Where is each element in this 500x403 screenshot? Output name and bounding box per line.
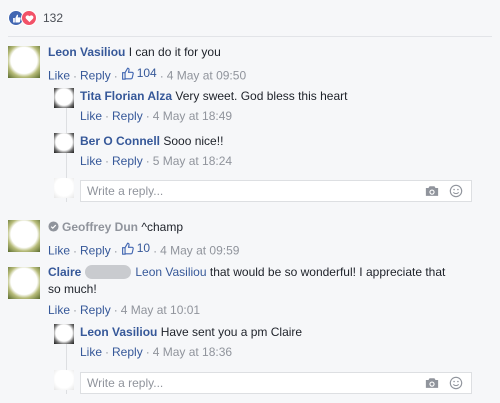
avatar[interactable] bbox=[8, 220, 40, 252]
reply-actions: Like · Reply · 4 May at 18:49 bbox=[80, 109, 233, 123]
reply-link[interactable]: Reply bbox=[112, 154, 143, 168]
comment-text: that would be so wonderful! I appreciate… bbox=[209, 265, 446, 279]
reply-text: Sooo nice!! bbox=[163, 134, 224, 148]
reply-body: Tita Florian Alza Very sweet. God bless … bbox=[80, 88, 347, 104]
reaction-count: 132 bbox=[43, 11, 64, 25]
thumbs-up-icon bbox=[121, 67, 134, 80]
comment-author[interactable]: Leon Vasiliou bbox=[48, 45, 125, 59]
like-count[interactable]: 10 bbox=[121, 240, 150, 256]
comment-body: Leon Vasiliou I can do it for you bbox=[48, 44, 221, 60]
reply-actions: Like · Reply · 4 May at 18:36 bbox=[80, 345, 233, 359]
avatar[interactable] bbox=[54, 88, 74, 108]
emoji-icon[interactable] bbox=[447, 182, 465, 200]
mention-link[interactable]: Leon Vasiliou bbox=[135, 265, 206, 279]
reply-time[interactable]: 4 May at 18:36 bbox=[153, 345, 232, 359]
comment-body: Geoffrey Dun ^champ bbox=[48, 219, 183, 235]
comment-time[interactable]: 4 May at 09:59 bbox=[160, 244, 239, 258]
redacted-name bbox=[85, 265, 132, 279]
like-count[interactable]: 104 bbox=[121, 65, 157, 81]
badge-icon bbox=[48, 221, 59, 232]
reply-time[interactable]: 5 May at 18:24 bbox=[153, 154, 232, 168]
avatar bbox=[54, 178, 74, 198]
comment-author[interactable]: Geoffrey Dun bbox=[62, 220, 138, 234]
reply-input[interactable] bbox=[81, 375, 423, 391]
like-count-value: 104 bbox=[136, 66, 157, 80]
reply-author[interactable]: Ber O Connell bbox=[80, 134, 160, 148]
divider bbox=[8, 36, 492, 37]
reply-text: Very sweet. God bless this heart bbox=[175, 89, 348, 103]
like-link[interactable]: Like bbox=[48, 244, 70, 258]
avatar[interactable] bbox=[8, 46, 40, 78]
reply-actions: Like · Reply · 5 May at 18:24 bbox=[80, 154, 233, 168]
reaction-summary[interactable]: 132 bbox=[8, 9, 63, 27]
like-link[interactable]: Like bbox=[80, 345, 102, 359]
reply-author[interactable]: Tita Florian Alza bbox=[80, 89, 172, 103]
like-link[interactable]: Like bbox=[80, 154, 102, 168]
reply-link[interactable]: Reply bbox=[80, 69, 111, 83]
reply-link[interactable]: Reply bbox=[112, 109, 143, 123]
comment-text: so much! bbox=[48, 282, 97, 296]
reply-box bbox=[80, 372, 472, 394]
camera-icon[interactable] bbox=[423, 374, 441, 392]
emoji-icon[interactable] bbox=[447, 374, 465, 392]
avatar[interactable] bbox=[54, 324, 74, 344]
like-link[interactable]: Like bbox=[48, 69, 70, 83]
comment-actions: Like · Reply · 10 · 4 May at 09:59 bbox=[48, 240, 240, 258]
avatar[interactable] bbox=[8, 267, 40, 299]
reply-box bbox=[80, 180, 472, 202]
comment-time[interactable]: 4 May at 10:01 bbox=[121, 303, 200, 317]
like-count-value: 10 bbox=[136, 241, 151, 255]
reply-author[interactable]: Leon Vasiliou bbox=[80, 325, 157, 339]
like-link[interactable]: Like bbox=[80, 109, 102, 123]
love-icon bbox=[21, 10, 37, 26]
thumbs-up-icon bbox=[121, 242, 134, 255]
reply-body: Ber O Connell Sooo nice!! bbox=[80, 133, 223, 149]
reply-link[interactable]: Reply bbox=[112, 345, 143, 359]
comment-body: Claire Leon Vasiliou that would be so won… bbox=[48, 264, 445, 280]
reply-text: Have sent you a pm Claire bbox=[160, 325, 303, 339]
avatar bbox=[54, 370, 74, 390]
comment-author[interactable]: Claire bbox=[48, 265, 81, 279]
comment-text: ^champ bbox=[141, 220, 184, 234]
comment-text: I can do it for you bbox=[128, 45, 221, 59]
reply-body: Leon Vasiliou Have sent you a pm Claire bbox=[80, 324, 302, 340]
comment-actions: Like · Reply · 4 May at 10:01 bbox=[48, 303, 201, 317]
comment-actions: Like · Reply · 104 · 4 May at 09:50 bbox=[48, 65, 247, 83]
comment-body-continued: so much! bbox=[48, 281, 97, 297]
avatar[interactable] bbox=[54, 133, 74, 153]
like-link[interactable]: Like bbox=[48, 303, 70, 317]
camera-icon[interactable] bbox=[423, 182, 441, 200]
reply-link[interactable]: Reply bbox=[80, 303, 111, 317]
reply-link[interactable]: Reply bbox=[80, 244, 111, 258]
reply-input[interactable] bbox=[81, 183, 423, 199]
comment-time[interactable]: 4 May at 09:50 bbox=[167, 69, 246, 83]
reply-time[interactable]: 4 May at 18:49 bbox=[153, 109, 232, 123]
